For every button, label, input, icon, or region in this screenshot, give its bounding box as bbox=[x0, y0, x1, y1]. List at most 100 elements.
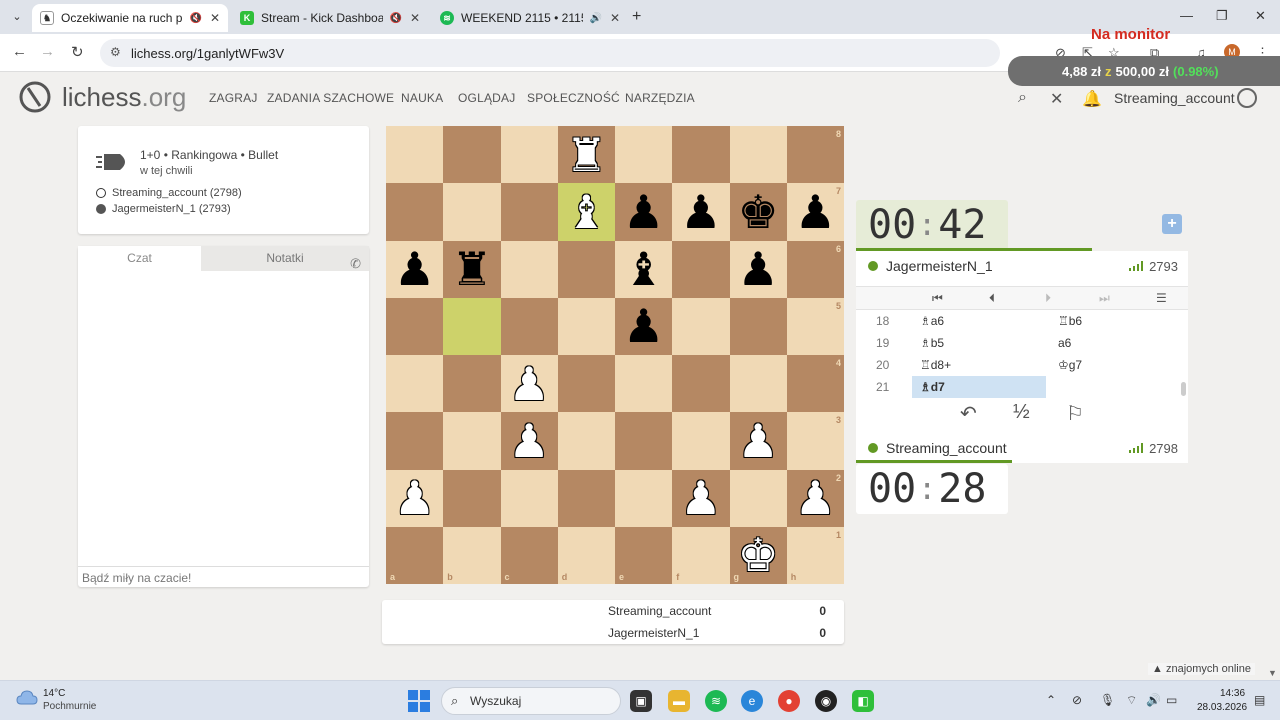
square-f3[interactable] bbox=[672, 412, 730, 470]
opponent-name[interactable]: JagermeisterN_1 bbox=[886, 258, 993, 274]
tab-search-icon[interactable]: ⌄ bbox=[8, 8, 26, 26]
square-f5[interactable] bbox=[672, 297, 730, 355]
black-pawn-icon[interactable]: ♟ bbox=[672, 183, 729, 240]
menu-zagraj[interactable]: ZAGRAJ bbox=[209, 91, 258, 105]
square-d3[interactable] bbox=[557, 412, 615, 470]
first-move-icon[interactable]: ⏮ bbox=[932, 291, 943, 306]
white-pawn-icon[interactable]: ♟ bbox=[787, 470, 844, 527]
square-e4[interactable] bbox=[615, 355, 673, 413]
black-pawn-icon[interactable]: ♟ bbox=[386, 241, 443, 298]
new-tab-icon[interactable]: + bbox=[632, 8, 641, 26]
white-move[interactable]: ♗a6 bbox=[912, 310, 1046, 332]
voice-chat-icon[interactable]: ✆ bbox=[350, 251, 361, 276]
task-view-icon[interactable]: ▣ bbox=[630, 690, 652, 712]
browser-tab-lichess[interactable]: ♞ Oczekiwanie na ruch przeciwnika 🔇 ✕ bbox=[32, 4, 228, 32]
speaker-icon[interactable]: 🔊 bbox=[589, 13, 601, 24]
chrome-icon[interactable]: ● bbox=[778, 690, 800, 712]
square-c8[interactable] bbox=[500, 126, 558, 184]
square-f4[interactable] bbox=[672, 355, 730, 413]
moves-scrollbar[interactable] bbox=[1181, 382, 1186, 396]
black-move[interactable]: ♔g7 bbox=[1048, 354, 1182, 376]
lichess-logo-icon[interactable] bbox=[18, 80, 52, 114]
white-pawn-icon[interactable]: ♟ bbox=[501, 355, 558, 412]
square-d2[interactable] bbox=[557, 469, 615, 527]
square-d4[interactable] bbox=[557, 355, 615, 413]
white-player[interactable]: Streaming_account (2798) bbox=[96, 187, 242, 199]
white-rook-icon[interactable]: ♜ bbox=[558, 126, 615, 183]
last-move-icon[interactable]: ⏭ bbox=[1099, 291, 1110, 306]
black-move[interactable]: ♖b6 bbox=[1048, 310, 1182, 332]
black-king-icon[interactable]: ♚ bbox=[730, 183, 787, 240]
account-avatar-icon[interactable] bbox=[1237, 88, 1257, 108]
takeback-icon[interactable]: ↶ bbox=[960, 401, 977, 426]
volume-icon[interactable]: 🔊 bbox=[1146, 693, 1161, 707]
weather-temp[interactable]: 14°C bbox=[43, 688, 65, 699]
black-move[interactable]: a6 bbox=[1048, 332, 1182, 354]
tray-expand-icon[interactable]: ⌃ bbox=[1046, 693, 1056, 707]
menu-nauka[interactable]: NAUKA bbox=[401, 91, 443, 105]
square-g5[interactable] bbox=[729, 297, 787, 355]
square-b4[interactable] bbox=[443, 355, 501, 413]
chess-board[interactable]: 8 7 6 5 4 3 2 a b c d e f g 1 h ♜ ♝ ♟ ♟ ♚ ♟ ♟ ♜ ♝ ♟ ♟ ♟ ♟ ♟ ♟ ♟ ♟ ♚ bbox=[386, 126, 844, 584]
white-move[interactable]: ♗b5 bbox=[912, 332, 1046, 354]
menu-zadania[interactable]: ZADANIA SZACHOWE bbox=[267, 91, 394, 105]
white-pawn-icon[interactable]: ♟ bbox=[672, 470, 729, 527]
crosstable-player[interactable]: JagermeisterN_1 bbox=[608, 626, 699, 640]
black-pawn-icon[interactable]: ♟ bbox=[615, 298, 672, 355]
next-move-icon[interactable]: ⏵ bbox=[1045, 291, 1051, 306]
square-f8[interactable] bbox=[672, 126, 730, 184]
square-a4[interactable] bbox=[386, 355, 444, 413]
square-d5[interactable] bbox=[557, 297, 615, 355]
square-b3[interactable] bbox=[443, 412, 501, 470]
white-move[interactable]: ♖d8+ bbox=[912, 354, 1046, 376]
reload-icon[interactable]: ↻ bbox=[71, 43, 84, 61]
muted-icon[interactable]: 🔇 bbox=[389, 13, 401, 24]
white-pawn-icon[interactable]: ♟ bbox=[730, 412, 787, 469]
black-pawn-icon[interactable]: ♟ bbox=[730, 241, 787, 298]
square-c6[interactable] bbox=[500, 240, 558, 298]
app-icon[interactable]: ◧ bbox=[852, 690, 874, 712]
white-bishop-icon[interactable]: ♝ bbox=[558, 183, 615, 240]
close-tab-icon[interactable]: ✕ bbox=[410, 11, 420, 25]
square-a5[interactable] bbox=[386, 297, 444, 355]
square-f1[interactable] bbox=[672, 526, 730, 584]
windows-start-icon[interactable] bbox=[408, 690, 430, 712]
crossed-swords-icon[interactable]: ✕ bbox=[1050, 89, 1063, 109]
square-e8[interactable] bbox=[615, 126, 673, 184]
square-e3[interactable] bbox=[615, 412, 673, 470]
black-pawn-icon[interactable]: ♟ bbox=[787, 183, 844, 240]
obs-icon[interactable]: ◉ bbox=[815, 690, 837, 712]
wifi-icon[interactable]: ⌔ bbox=[1126, 693, 1137, 708]
browser-tab-kick[interactable]: K Stream - Kick Dashboard 🔇 ✕ bbox=[232, 4, 428, 32]
menu-spolecznosc[interactable]: SPOŁECZNOŚĆ bbox=[527, 91, 620, 105]
menu-ogladaj[interactable]: OGLĄDAJ bbox=[458, 91, 515, 105]
notifications-icon[interactable]: ▤ bbox=[1254, 693, 1265, 707]
tab-chat[interactable]: Czat bbox=[78, 246, 201, 271]
battery-icon[interactable]: ▭ bbox=[1166, 693, 1177, 707]
crosstable-player[interactable]: Streaming_account bbox=[608, 604, 711, 618]
resign-flag-icon[interactable]: ⚐ bbox=[1066, 401, 1084, 426]
black-bishop-icon[interactable]: ♝ bbox=[615, 241, 672, 298]
network-off-icon[interactable]: ⊘ bbox=[1072, 693, 1082, 707]
close-tab-icon[interactable]: ✕ bbox=[210, 11, 220, 25]
site-info-icon[interactable]: ⚙ bbox=[110, 45, 121, 59]
square-d6[interactable] bbox=[557, 240, 615, 298]
offer-draw-button[interactable]: ½ bbox=[1013, 401, 1030, 424]
taskbar-search[interactable]: ⌕ Wyszukaj bbox=[441, 687, 621, 715]
close-window-icon[interactable]: ✕ bbox=[1255, 8, 1266, 24]
back-icon[interactable]: ← bbox=[12, 43, 27, 60]
microphone-icon[interactable]: 🎙 bbox=[1100, 693, 1115, 707]
square-g4[interactable] bbox=[729, 355, 787, 413]
address-bar[interactable]: ⚙ lichess.org/1ganlytWFw3V bbox=[100, 39, 1000, 67]
square-a8[interactable] bbox=[386, 126, 444, 184]
add-time-button[interactable]: + bbox=[1162, 214, 1182, 234]
square-a7[interactable] bbox=[386, 183, 444, 241]
white-king-icon[interactable]: ♚ bbox=[730, 527, 787, 584]
square-c5[interactable] bbox=[500, 297, 558, 355]
black-pawn-icon[interactable]: ♟ bbox=[615, 183, 672, 240]
tab-notes[interactable]: Notatki ✆ bbox=[201, 246, 369, 271]
chat-input[interactable]: Bądź miły na czacie! bbox=[78, 566, 369, 587]
black-move[interactable] bbox=[1048, 376, 1182, 398]
edge-icon[interactable]: e bbox=[741, 690, 763, 712]
account-name[interactable]: Streaming_account bbox=[1114, 90, 1235, 106]
